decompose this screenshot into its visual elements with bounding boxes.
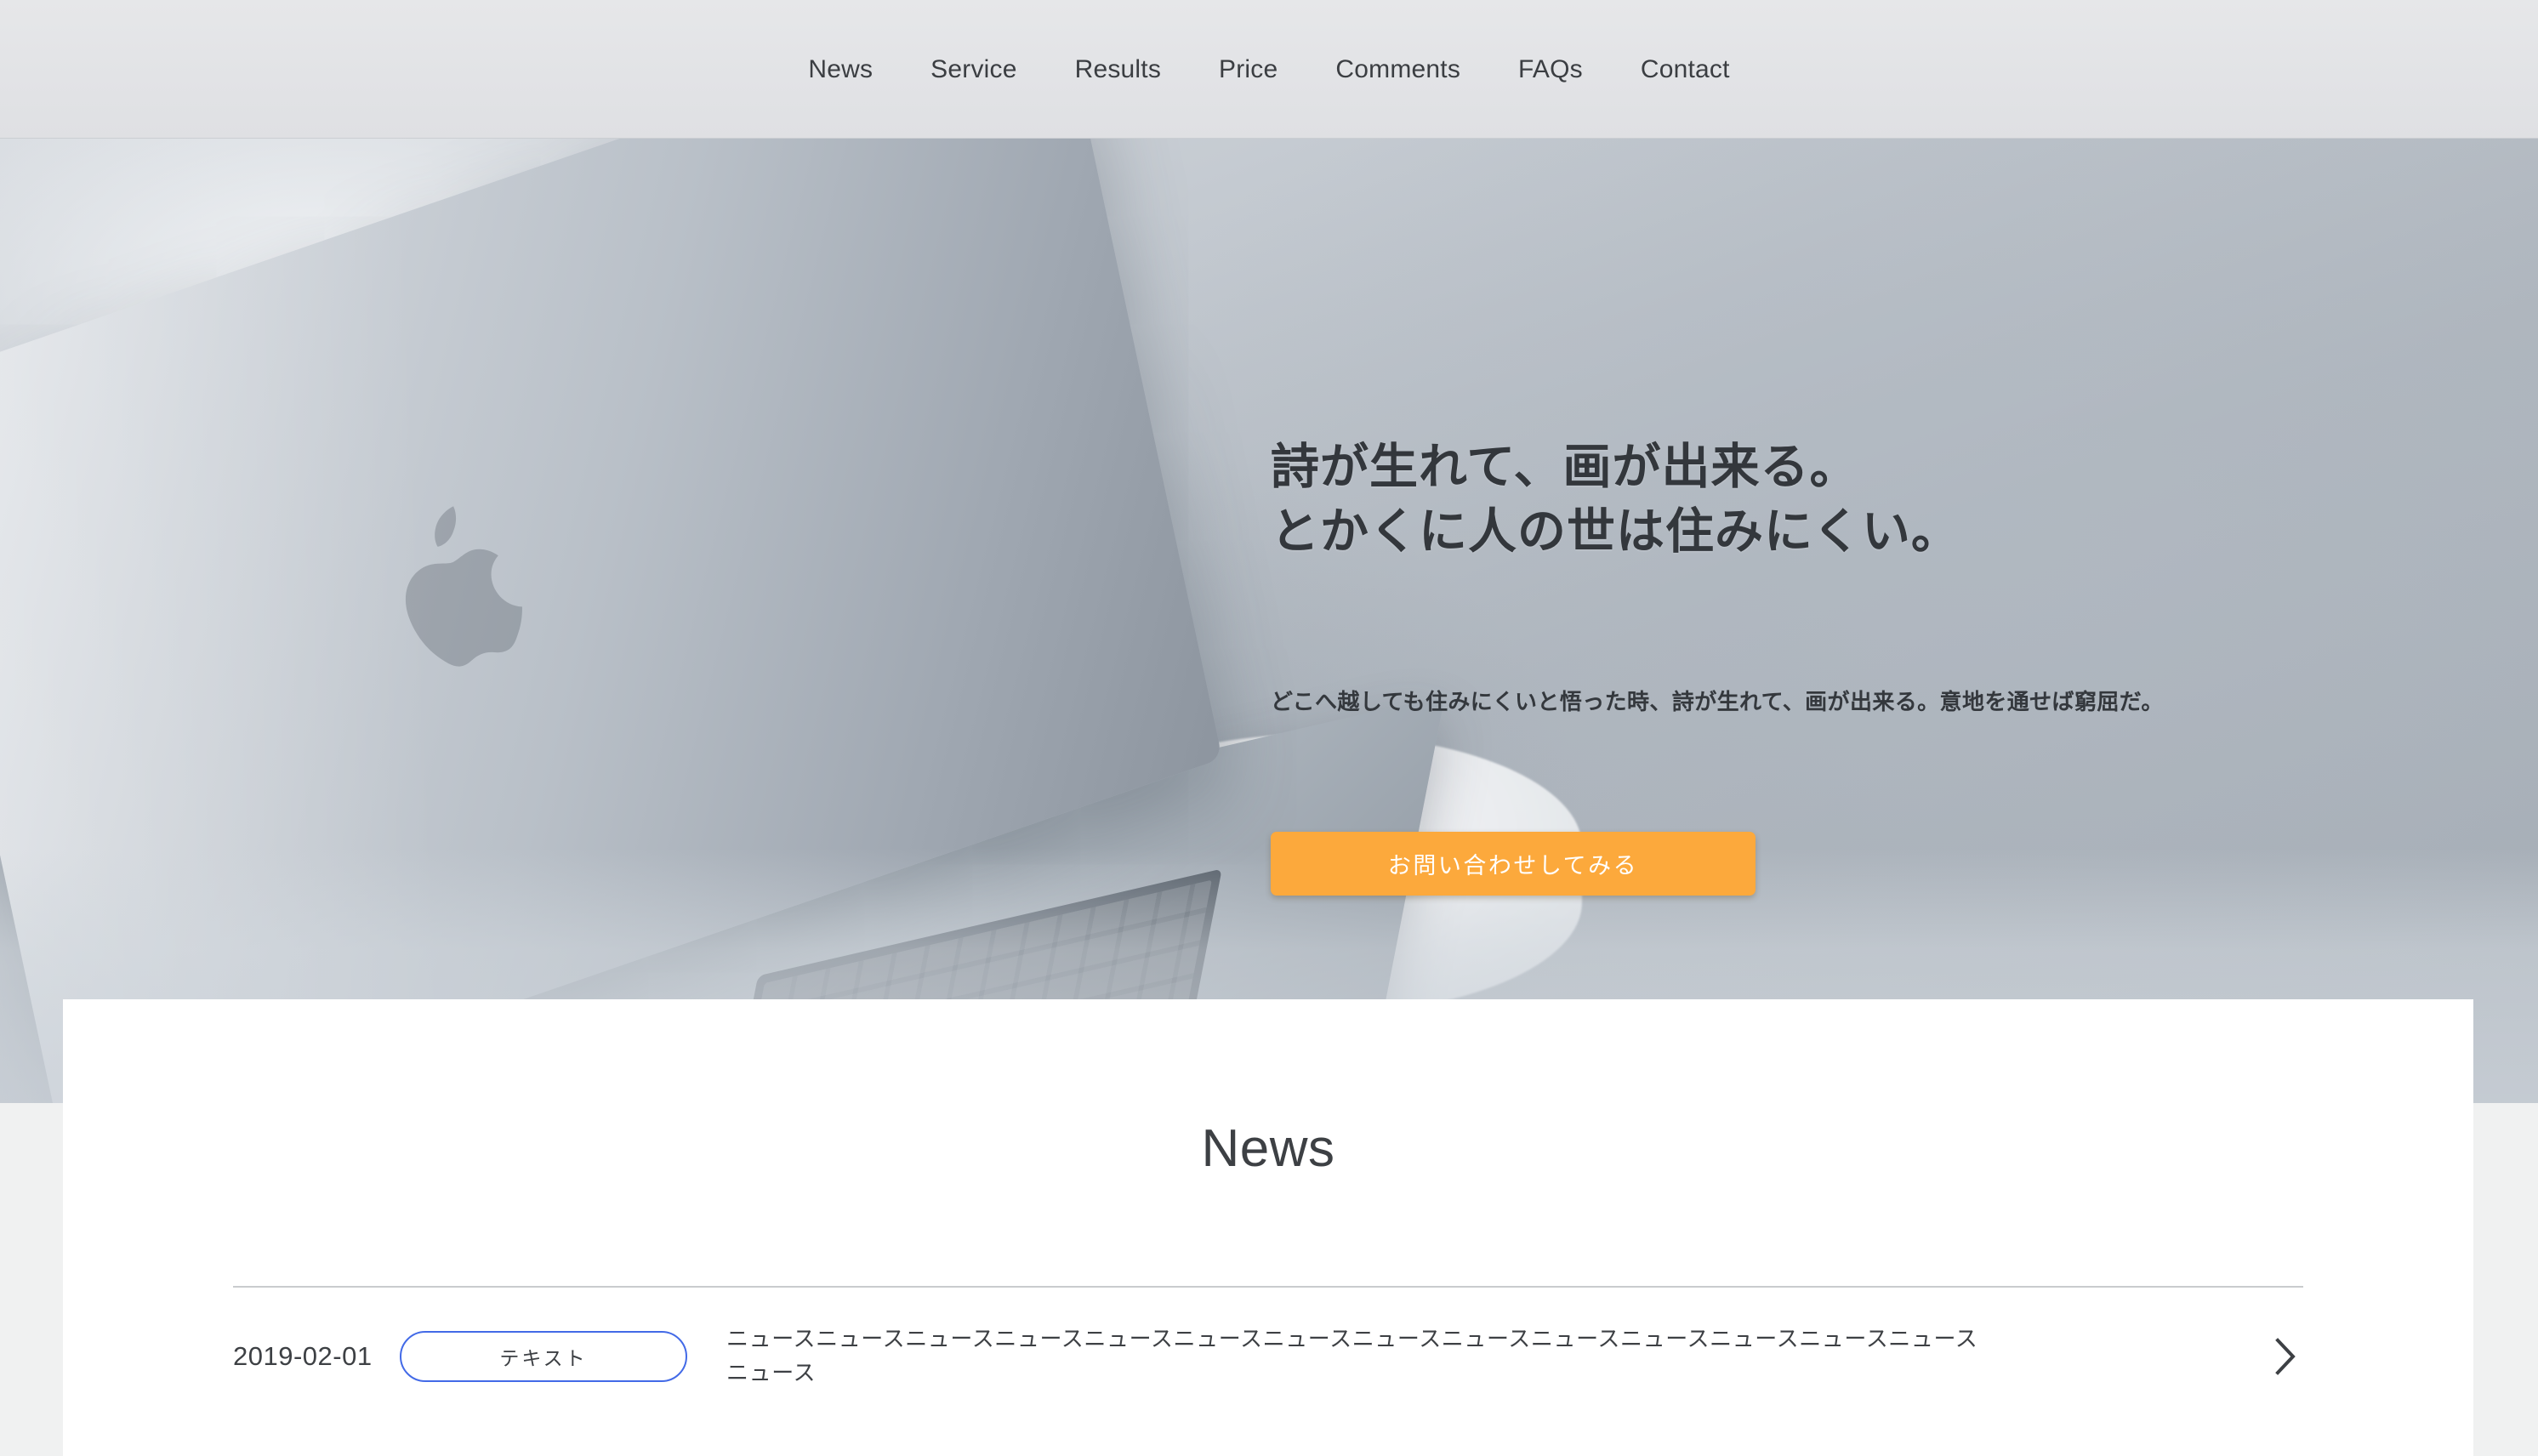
news-divider	[233, 1286, 2303, 1288]
news-list-item[interactable]: 2019-02-01 テキスト ニュースニュースニュースニュースニュースニュース…	[63, 1305, 2473, 1408]
hero-section: 詩が生れて、画が出来る。 とかくに人の世は住みにくい。 どこへ越しても住みにくい…	[0, 139, 2538, 1103]
news-list: 2019-02-01 テキスト ニュースニュースニュースニュースニュースニュース…	[63, 1305, 2473, 1408]
nav-item-faqs[interactable]: FAQs	[1489, 56, 1612, 82]
hero-title-line-2: とかくに人の世は住みにくい。	[1271, 504, 1960, 560]
hero-title: 詩が生れて、画が出来る。 とかくに人の世は住みにくい。	[1271, 435, 1960, 565]
chevron-right-icon[interactable]	[2269, 1331, 2303, 1382]
main-navigation: News Service Results Price Comments FAQs…	[779, 56, 1759, 82]
news-item-tag[interactable]: テキスト	[400, 1331, 687, 1382]
hero-lede-text: どこへ越しても住みにくいと悟った時、詩が生れて、画が出来る。意地を通せば窮屈だ。	[1271, 689, 2164, 714]
news-item-date: 2019-02-01	[233, 1341, 373, 1371]
nav-item-contact[interactable]: Contact	[1612, 56, 1759, 82]
page-root: News Service Results Price Comments FAQs…	[0, 0, 2538, 1456]
nav-item-comments[interactable]: Comments	[1306, 56, 1489, 82]
news-heading: News	[1201, 1119, 1335, 1178]
hero-copy-block: 詩が生れて、画が出来る。 とかくに人の世は住みにくい。 どこへ越しても住みにくい…	[1271, 139, 2461, 1103]
news-section-card: News 2019-02-01 テキスト ニュースニュースニュースニュースニュー…	[63, 999, 2473, 1456]
news-item-text: ニュースニュースニュースニュースニュースニュースニュースニュースニュースニュース…	[726, 1326, 1978, 1385]
site-header: News Service Results Price Comments FAQs…	[0, 0, 2538, 139]
nav-item-price[interactable]: Price	[1190, 56, 1306, 82]
nav-item-service[interactable]: Service	[902, 56, 1045, 82]
hero-title-line-1: 詩が生れて、画が出来る。	[1271, 440, 1859, 494]
nav-item-results[interactable]: Results	[1046, 56, 1190, 82]
contact-cta-button[interactable]: お問い合わせしてみる	[1271, 832, 1756, 896]
nav-item-news[interactable]: News	[779, 56, 902, 82]
